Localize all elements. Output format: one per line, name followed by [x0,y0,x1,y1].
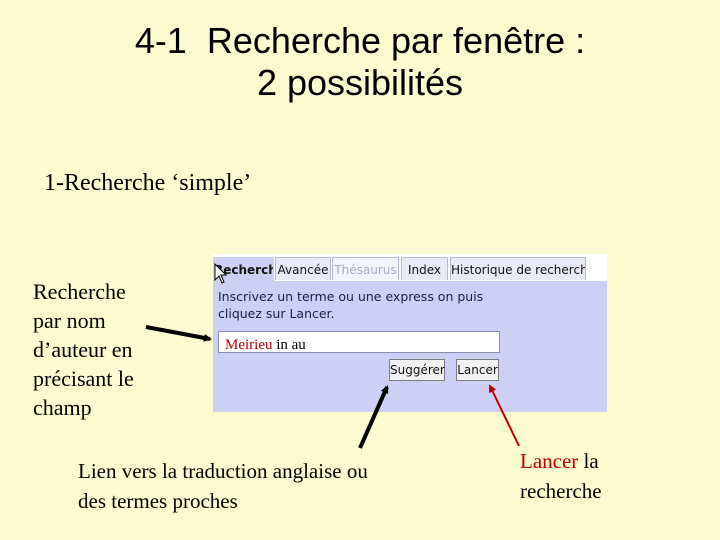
right-annotation: Lancer la recherche [520,446,640,506]
arrow-to-input [145,325,212,342]
arrow-to-suggest [358,385,389,449]
arrow-to-launch [489,384,520,447]
right-annotation-highlight: Lancer [520,449,579,473]
bottom-annotation: Lien vers la traduction anglaise ou des … [78,459,368,513]
